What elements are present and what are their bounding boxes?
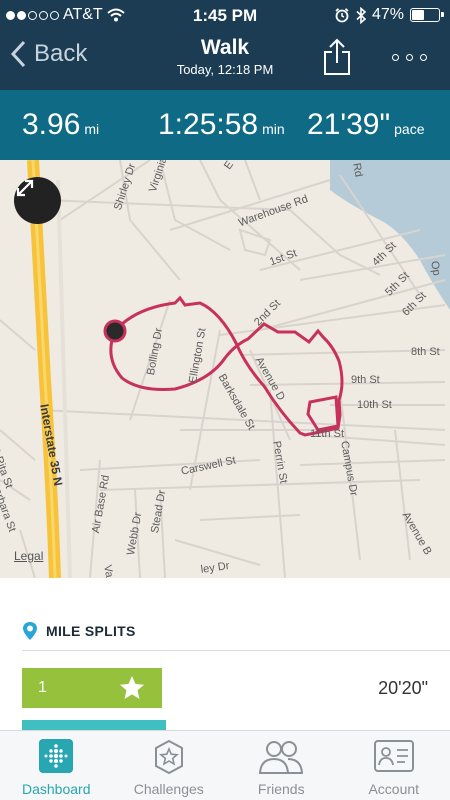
street-label: 11th St [310, 428, 345, 440]
distance-stat: 3.96 mi [22, 108, 99, 142]
map-canvas [0, 160, 450, 578]
tab-dashboard[interactable]: Dashboard [0, 731, 113, 800]
share-button[interactable] [322, 38, 352, 81]
account-card-icon [373, 739, 415, 778]
page-title: Walk [200, 36, 250, 59]
mile-split-time: 20'20" [378, 678, 428, 698]
page-subtitle: Today, 12:18 PM [176, 62, 274, 77]
challenges-badge-icon [151, 739, 187, 780]
bluetooth-icon [356, 6, 366, 24]
battery-fill [412, 10, 424, 20]
street-label: Rd [350, 162, 365, 178]
street-label: 8th St [411, 346, 440, 358]
pace-stat: 21'39" pace [307, 108, 424, 142]
dashboard-icon [39, 739, 74, 778]
pace-unit: pace [394, 121, 425, 137]
distance-value: 3.96 [22, 108, 81, 141]
frontage-road [56, 179, 72, 578]
page-title-block: Walk Today, 12:18 PM [0, 36, 450, 77]
expand-arrows-icon [16, 179, 34, 197]
alarm-clock-icon [335, 8, 349, 23]
street-label: 10th St [357, 399, 392, 411]
activity-stats-bar: 3.96 mi 1:25:58 min 21'39" pace [0, 90, 450, 160]
mile-number: 1 [38, 679, 47, 696]
share-icon [324, 38, 350, 75]
expand-map-button[interactable] [14, 177, 61, 224]
tab-label: Friends [257, 781, 305, 797]
tab-challenges[interactable]: Challenges [113, 731, 226, 800]
route-map[interactable]: Warehouse Rd 1st St 2nd St 4th St 5th St… [0, 160, 450, 578]
battery-percent: 47% [371, 6, 404, 23]
more-options-button[interactable] [392, 54, 427, 61]
more-dot-icon [392, 54, 399, 61]
status-bar: AT&T 1:45 PM 47% [0, 0, 450, 30]
mile-splits-header: MILE SPLITS [22, 621, 450, 641]
duration-unit: min [262, 121, 285, 137]
street-label: 9th St [351, 374, 380, 386]
status-right: 47% [334, 6, 444, 24]
more-dot-icon [406, 54, 413, 61]
street-label: Op [428, 260, 443, 277]
star-icon [120, 676, 144, 699]
location-pin-icon [23, 622, 37, 640]
distance-unit: mi [84, 121, 100, 137]
tab-account[interactable]: Account [338, 731, 450, 800]
more-dot-icon [420, 54, 427, 61]
nav-bar: Back Walk Today, 12:18 PM [0, 30, 450, 90]
tab-label: Account [368, 781, 420, 797]
walk-detail-screen: AT&T 1:45 PM 47% Back Walk Today, 12:18 … [0, 0, 450, 800]
header: AT&T 1:45 PM 47% Back Walk Today, 12:18 … [0, 0, 450, 90]
street-label: Va [101, 564, 116, 578]
mile-splits-title: MILE SPLITS [46, 623, 136, 639]
bottom-tab-bar: Dashboard Challenges Friends Account [0, 730, 450, 800]
legal-link[interactable]: Legal [14, 549, 43, 563]
route-start-marker [103, 319, 127, 343]
pace-value: 21'39" [307, 108, 391, 141]
tab-label: Dashboard [22, 781, 91, 797]
battery-icon [410, 8, 444, 22]
friends-icon [257, 739, 305, 780]
mile-split-bar[interactable]: 1 [22, 668, 162, 708]
tab-friends[interactable]: Friends [225, 731, 338, 800]
duration-value: 1:25:58 [158, 108, 259, 141]
duration-stat: 1:25:58 min [158, 108, 285, 142]
tab-label: Challenges [133, 781, 204, 797]
section-divider [22, 650, 450, 651]
